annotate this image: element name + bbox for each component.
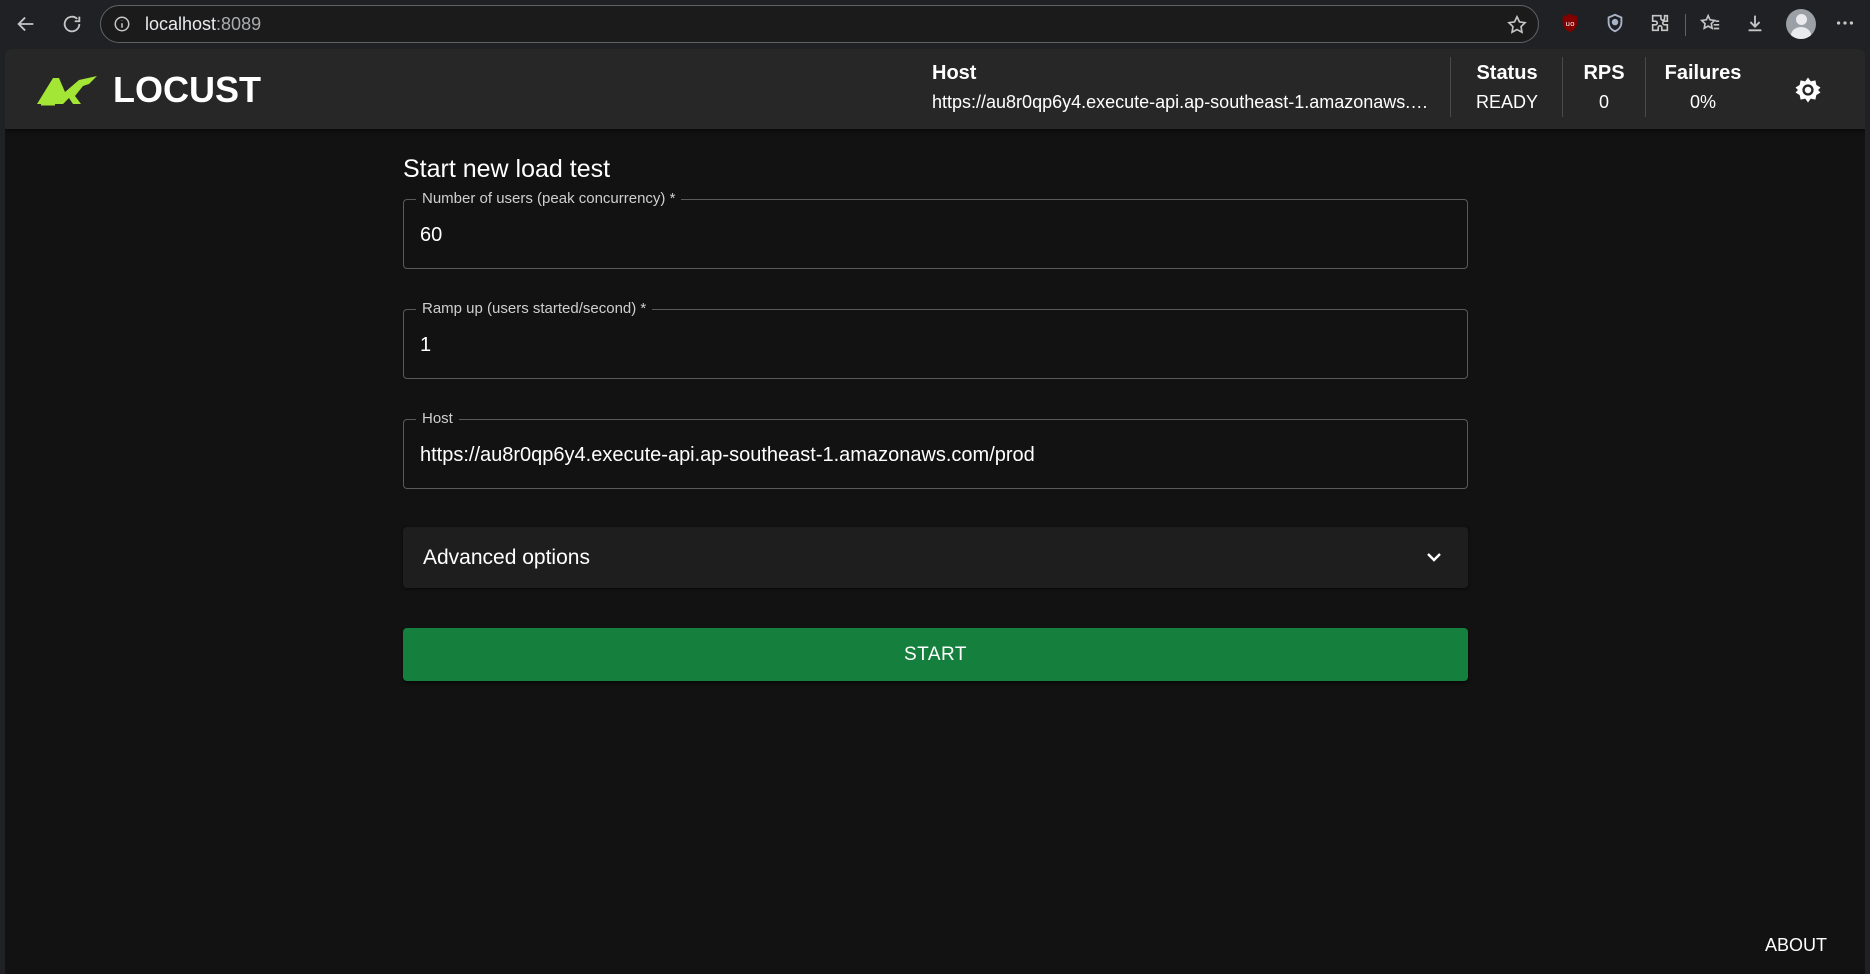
extensions-icon[interactable] (1647, 10, 1673, 36)
start-test-form: Start new load test Number of users (pea… (403, 149, 1468, 681)
ramp-input[interactable] (420, 310, 1450, 380)
form-title: Start new load test (403, 155, 611, 183)
stat-divider (1562, 57, 1563, 117)
toolbar-separator (1685, 14, 1686, 36)
download-icon[interactable] (1742, 10, 1768, 36)
host-stat-value: https://au8r0qp6y4.execute-api.ap-southe… (932, 92, 1432, 112)
favorites-icon[interactable] (1697, 10, 1723, 36)
url-text: localhost:8089 (145, 14, 261, 35)
address-bar[interactable]: localhost:8089 (100, 5, 1539, 43)
ublock-icon[interactable]: uo (1557, 10, 1583, 36)
info-icon[interactable] (113, 15, 131, 33)
failures-stat: Failures 0% (1653, 59, 1753, 119)
browser-toolbar: localhost:8089 uo (0, 0, 1870, 48)
svg-text:uo: uo (1565, 19, 1575, 28)
users-field[interactable]: Number of users (peak concurrency) * (403, 190, 1468, 270)
locust-logo-icon (37, 76, 97, 106)
status-stat: Status READY (1457, 59, 1557, 119)
failures-stat-label: Failures (1664, 62, 1742, 84)
about-link[interactable]: ABOUT (1765, 935, 1827, 956)
back-icon[interactable] (8, 6, 44, 42)
rps-stat: RPS 0 (1569, 59, 1639, 119)
ramp-field[interactable]: Ramp up (users started/second) * (403, 300, 1468, 380)
profile-avatar[interactable] (1786, 9, 1816, 39)
status-stat-label: Status (1476, 62, 1538, 84)
users-input[interactable] (420, 200, 1450, 270)
rps-stat-label: RPS (1583, 62, 1625, 84)
theme-toggle-icon[interactable] (1791, 73, 1825, 107)
star-icon[interactable] (1506, 14, 1528, 36)
status-stat-value: READY (1475, 92, 1538, 112)
host-input[interactable] (420, 420, 1450, 490)
shield-icon[interactable] (1602, 10, 1628, 36)
rps-stat-value: 0 (1598, 92, 1609, 112)
stat-divider (1645, 57, 1646, 117)
url-port: :8089 (216, 13, 262, 34)
locust-app: LOCUST Host https://au8r0qp6y4.execute-a… (5, 49, 1865, 974)
host-stat: Host https://au8r0qp6y4.execute-api.ap-s… (932, 59, 1432, 119)
failures-stat-value: 0% (1689, 92, 1716, 112)
advanced-options-label: Advanced options (423, 545, 590, 569)
stat-divider (1450, 57, 1451, 117)
host-stat-label: Host (932, 62, 977, 84)
url-host: localhost (145, 13, 217, 34)
chevron-down-icon[interactable] (1422, 545, 1446, 569)
advanced-options-accordion[interactable]: Advanced options (403, 527, 1468, 588)
logo-text: LOCUST (113, 69, 261, 110)
app-header: LOCUST Host https://au8r0qp6y4.execute-a… (5, 49, 1865, 129)
more-icon[interactable] (1832, 10, 1858, 36)
locust-logo[interactable]: LOCUST (35, 69, 261, 111)
reload-icon[interactable] (54, 6, 90, 42)
host-field[interactable]: Host (403, 410, 1468, 490)
start-button[interactable]: START (403, 628, 1468, 681)
